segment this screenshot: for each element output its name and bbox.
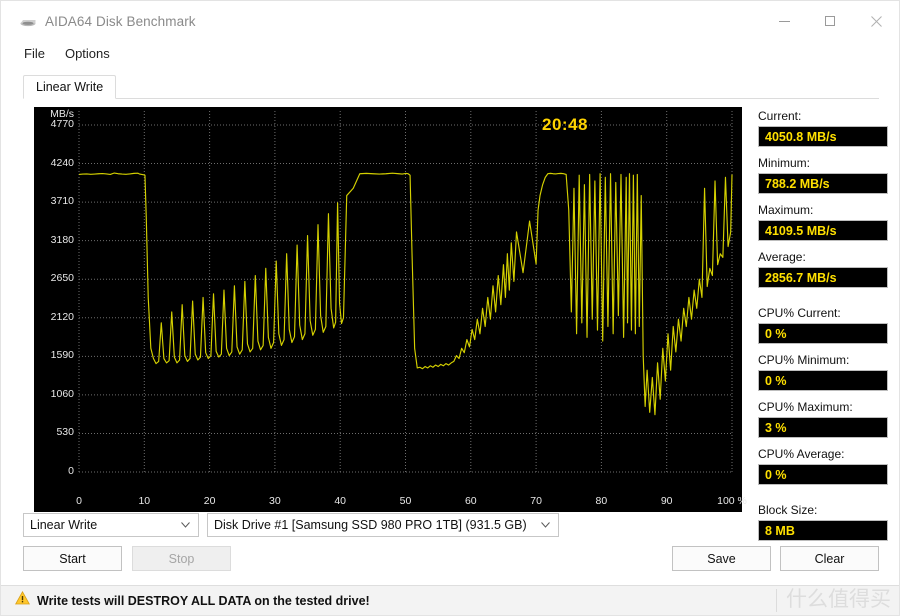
- x-tick-70: 70: [530, 495, 542, 507]
- y-tick-4240: 4240: [50, 156, 74, 169]
- stat-cpu-maximum: CPU% Maximum: 3 %: [758, 400, 888, 438]
- stat-cpu-minimum: CPU% Minimum: 0 %: [758, 353, 888, 391]
- warning-message: Write tests will DESTROY ALL DATA on the…: [37, 593, 370, 608]
- benchmark-chart: MB/s 0 530 1060 1590 2120 2650 3180 3710 4240 4770…: [34, 107, 747, 512]
- minimize-button[interactable]: [761, 1, 807, 41]
- warning-triangle-icon: [15, 590, 30, 610]
- close-button[interactable]: [853, 1, 899, 41]
- save-button[interactable]: Save: [672, 546, 771, 571]
- tab-linear-write[interactable]: Linear Write: [23, 75, 117, 99]
- drive-value: Disk Drive #1 [Samsung SSD 980 PRO 1TB] …: [214, 518, 527, 532]
- stat-value-cpu-current: 0 %: [758, 323, 888, 344]
- y-tick-2120: 2120: [50, 310, 74, 323]
- stat-value-cpu-minimum: 0 %: [758, 370, 888, 391]
- y-tick-530: 530: [56, 426, 74, 439]
- stat-label-average: Average:: [758, 250, 806, 264]
- test-type-value: Linear Write: [30, 518, 98, 532]
- tab-strip: Linear Write: [23, 75, 879, 99]
- disk-icon: [19, 14, 37, 28]
- stat-minimum: Minimum: 788.2 MB/s: [758, 156, 888, 194]
- x-tick-30: 30: [269, 495, 281, 507]
- x-tick-20: 20: [203, 495, 216, 507]
- x-tick-50: 50: [399, 495, 412, 507]
- button-row: Start Stop Save Clear: [23, 546, 879, 571]
- stat-cpu-average: CPU% Average: 0 %: [758, 447, 888, 485]
- stat-label-maximum: Maximum:: [758, 203, 814, 217]
- status-bar: Write tests will DESTROY ALL DATA on the…: [1, 585, 899, 615]
- stat-cpu-current: CPU% Current: 0 %: [758, 306, 888, 344]
- y-tick-0: 0: [68, 465, 74, 477]
- title-bar: AIDA64 Disk Benchmark: [1, 1, 899, 41]
- stat-value-maximum: 4109.5 MB/s: [758, 220, 888, 241]
- stat-value-current: 4050.8 MB/s: [758, 126, 888, 147]
- x-tick-100: 100 %: [717, 495, 747, 507]
- start-button[interactable]: Start: [23, 546, 122, 571]
- main-content: MB/s 0 530 1060 1590 2120 2650 3180 3710 4240 4770…: [1, 99, 899, 550]
- y-tick-2650: 2650: [50, 272, 74, 285]
- stat-label-cpu-average: CPU% Average:: [758, 447, 845, 461]
- maximize-button[interactable]: [807, 1, 853, 41]
- clear-button[interactable]: Clear: [780, 546, 879, 571]
- x-tick-90: 90: [660, 495, 673, 507]
- y-tick-1060: 1060: [50, 387, 74, 400]
- stat-label-cpu-minimum: CPU% Minimum:: [758, 353, 850, 367]
- stat-value-average: 2856.7 MB/s: [758, 267, 888, 288]
- x-tick-80: 80: [595, 495, 608, 507]
- selector-row: Linear Write Disk Drive #1 [Samsung SSD …: [23, 513, 879, 537]
- stat-maximum: Maximum: 4109.5 MB/s: [758, 203, 888, 241]
- stat-label-cpu-current: CPU% Current:: [758, 306, 841, 320]
- stats-divider: [758, 297, 888, 306]
- menu-file[interactable]: File: [21, 45, 48, 62]
- menu-options[interactable]: Options: [62, 45, 113, 62]
- statistics-panel: Current: 4050.8 MB/s Minimum: 788.2 MB/s…: [758, 107, 888, 550]
- stat-value-cpu-average: 0 %: [758, 464, 888, 485]
- stat-value-minimum: 788.2 MB/s: [758, 173, 888, 194]
- test-type-select[interactable]: Linear Write: [23, 513, 199, 537]
- stat-average: Average: 2856.7 MB/s: [758, 250, 888, 288]
- x-tick-0: 0: [76, 495, 82, 507]
- window-controls: [761, 1, 899, 41]
- status-separator: [776, 589, 777, 612]
- window-title: AIDA64 Disk Benchmark: [45, 13, 196, 29]
- stats-divider-2: [758, 494, 888, 503]
- drive-select[interactable]: Disk Drive #1 [Samsung SSD 980 PRO 1TB] …: [207, 513, 559, 537]
- chart-gridlines: [78, 111, 733, 473]
- x-tick-10: 10: [138, 495, 151, 507]
- controls-area: Linear Write Disk Drive #1 [Samsung SSD …: [23, 513, 879, 571]
- stat-current: Current: 4050.8 MB/s: [758, 109, 888, 147]
- chevron-down-icon-drive: [541, 520, 550, 530]
- menu-bar: File Options: [1, 41, 899, 65]
- stat-label-minimum: Minimum:: [758, 156, 811, 170]
- y-tick-4770: 4770: [50, 118, 74, 130]
- stat-label-current: Current:: [758, 109, 802, 123]
- y-tick-3710: 3710: [50, 195, 74, 208]
- stat-value-cpu-maximum: 3 %: [758, 417, 888, 438]
- y-tick-3180: 3180: [50, 233, 74, 246]
- chevron-down-icon: [181, 520, 190, 530]
- chart-canvas: [78, 111, 733, 473]
- elapsed-timer: 20:48: [542, 115, 588, 134]
- x-tick-60: 60: [464, 495, 477, 507]
- x-tick-40: 40: [334, 495, 347, 507]
- aida64-disk-benchmark-window: AIDA64 Disk Benchmark File Options Linea…: [0, 0, 900, 616]
- stop-button: Stop: [132, 546, 231, 571]
- chart-area: MB/s 0 530 1060 1590 2120 2650 3180 3710 4240 4770…: [34, 107, 747, 550]
- y-tick-1590: 1590: [50, 349, 74, 362]
- watermark: 什么值得买: [786, 587, 891, 611]
- stat-label-cpu-maximum: CPU% Maximum:: [758, 400, 853, 414]
